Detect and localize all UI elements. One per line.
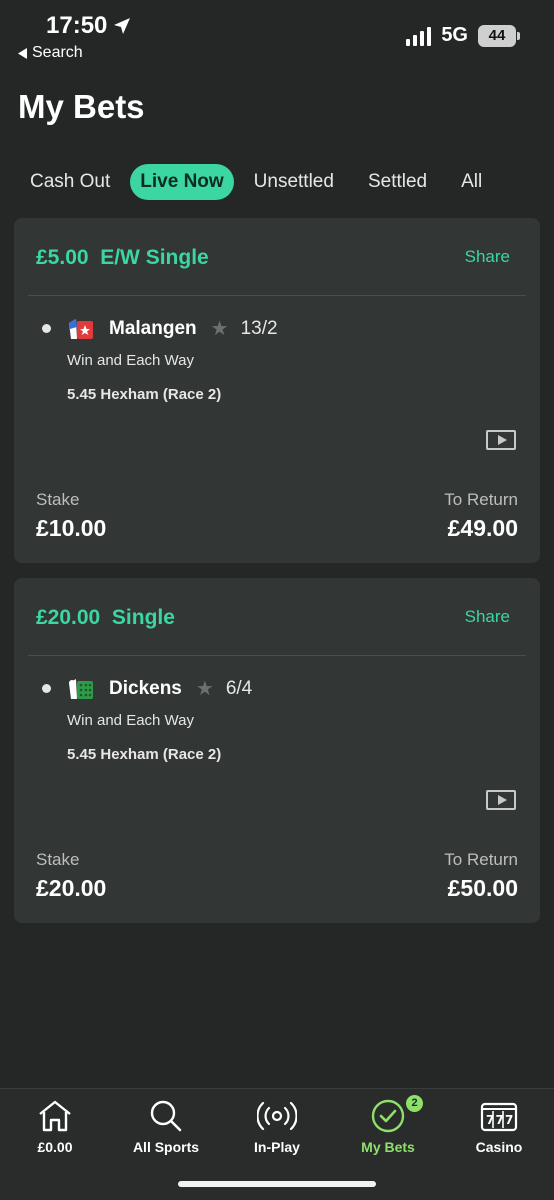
status-dot: [42, 684, 51, 693]
bet-card[interactable]: £20.00 Single Share Dickens ★ 6/4 Win an…: [14, 578, 540, 923]
watch-video-icon[interactable]: [486, 430, 516, 450]
tab-all[interactable]: All: [447, 164, 496, 200]
home-icon: [0, 1097, 110, 1135]
market-type: Win and Each Way: [67, 352, 194, 369]
back-to-search[interactable]: Search: [18, 44, 83, 62]
nav-label: Casino: [475, 1139, 523, 1155]
jockey-silk-icon: [69, 318, 93, 339]
svg-text:7: 7: [505, 1113, 513, 1127]
tab-settled[interactable]: Settled: [354, 164, 441, 200]
network-type: 5G: [441, 24, 468, 46]
nav-label: In-Play: [254, 1139, 300, 1155]
signal-icon: [406, 26, 432, 46]
status-dot: [42, 324, 51, 333]
return-label: To Return: [444, 850, 518, 869]
jockey-silk-icon: [69, 678, 93, 699]
bet-filter-tabs: Cash Out Live Now Unsettled Settled All: [16, 164, 502, 200]
share-button[interactable]: Share: [465, 247, 510, 267]
horse-name: Dickens: [109, 677, 182, 699]
search-icon: [111, 1097, 221, 1135]
nav-casino[interactable]: 777 Casino: [444, 1097, 554, 1155]
odds: 6/4: [225, 677, 253, 699]
broadcast-icon: [222, 1097, 332, 1135]
horse-name: Malangen: [109, 317, 197, 339]
back-label: Search: [32, 44, 83, 61]
status-time: 17:50: [46, 12, 108, 39]
star-icon[interactable]: ★: [211, 316, 229, 341]
page-title: My Bets: [18, 88, 145, 125]
selection-row: Dickens ★ 6/4: [42, 676, 252, 701]
bet-header: £20.00 Single: [36, 606, 175, 629]
star-icon[interactable]: ★: [196, 676, 214, 701]
tab-live-now[interactable]: Live Now: [130, 164, 234, 200]
home-indicator: [178, 1181, 376, 1187]
battery-icon: 44: [478, 24, 520, 47]
odds: 13/2: [240, 317, 278, 339]
return-label: To Return: [444, 490, 518, 509]
tab-unsettled[interactable]: Unsettled: [240, 164, 348, 200]
tab-cash-out[interactable]: Cash Out: [16, 164, 124, 200]
location-arrow-icon: [114, 18, 131, 34]
nav-all-sports[interactable]: All Sports: [111, 1097, 221, 1155]
race-name: 5.45 Hexham (Race 2): [67, 746, 222, 763]
notification-badge: 2: [406, 1095, 423, 1112]
nav-my-bets[interactable]: 2 My Bets: [333, 1095, 443, 1155]
nav-label: £0.00: [37, 1139, 73, 1155]
nav-label: My Bets: [361, 1139, 415, 1155]
nav-home[interactable]: £0.00: [0, 1097, 110, 1155]
slot-machine-icon: 777: [444, 1097, 554, 1135]
nav-label: All Sports: [132, 1139, 200, 1155]
stake-label: Stake: [36, 850, 80, 869]
market-type: Win and Each Way: [67, 712, 194, 729]
stake-label: Stake: [36, 490, 80, 509]
battery-level: 44: [488, 27, 506, 44]
watch-video-icon[interactable]: [486, 790, 516, 810]
race-name: 5.45 Hexham (Race 2): [67, 386, 222, 403]
nav-in-play[interactable]: In-Play: [222, 1097, 332, 1155]
bet-header: £5.00 E/W Single: [36, 246, 209, 269]
share-button[interactable]: Share: [465, 607, 510, 627]
stake-value: £10.00: [36, 515, 107, 541]
status-bar: 17:50 Search 5G 44: [0, 0, 554, 70]
stake-value: £20.00: [36, 875, 107, 901]
return-value: £49.00: [447, 515, 518, 541]
return-value: £50.00: [447, 875, 518, 901]
bet-card[interactable]: £5.00 E/W Single Share Malangen ★ 13/2 W…: [14, 218, 540, 563]
check-circle-icon: [333, 1097, 443, 1135]
back-triangle-icon: [18, 47, 27, 59]
selection-row: Malangen ★ 13/2: [42, 316, 278, 341]
